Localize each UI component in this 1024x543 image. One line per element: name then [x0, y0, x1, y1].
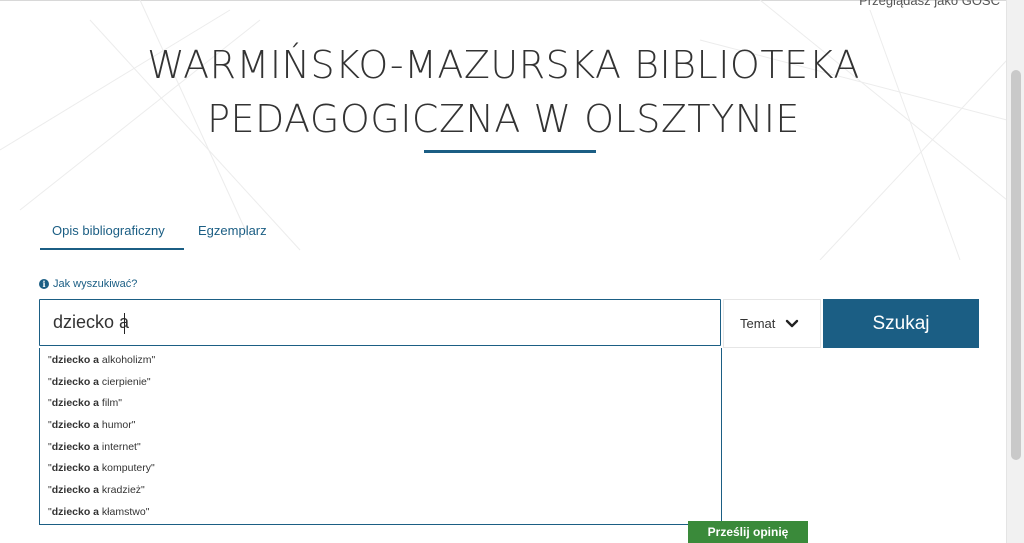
suggestion-match: dziecko a [51, 354, 100, 366]
feedback-button[interactable]: Prześlij opinię [688, 521, 808, 543]
suggestion-rest: kłamstwo [99, 505, 146, 518]
suggestion-item[interactable]: "dziecko a film" [40, 393, 721, 415]
search-help-label: Jak wyszukiwać? [53, 278, 138, 290]
suggestion-item[interactable]: "dziecko a internet" [40, 437, 721, 459]
page-scrollbar[interactable] [1006, 0, 1024, 543]
guest-status: Przeglądasz jako GOŚĆ [859, 0, 1000, 8]
search-help-link[interactable]: i Jak wyszukiwać? [39, 278, 137, 290]
text-caret [124, 313, 125, 334]
suggestion-match: dziecko a [51, 462, 100, 475]
suggestion-item[interactable]: "dziecko a kłamstwo" [40, 502, 721, 524]
suggestion-item[interactable]: "dziecko a cierpienie" [40, 372, 721, 394]
suggestion-match: dziecko a [51, 484, 100, 497]
suggestion-match: dziecko a [51, 375, 100, 388]
suggestion-rest: alkoholizm [99, 354, 152, 366]
suggestion-match: dziecko a [51, 397, 100, 410]
suggestion-item[interactable]: "dziecko a kradzież" [40, 480, 721, 502]
library-title-line-1: WARMIŃSKO-MAZURSKA BIBLIOTEKA [147, 43, 860, 87]
search-input[interactable] [39, 299, 721, 346]
suggestion-rest: film [99, 397, 119, 410]
tab-opis-bibliograficzny[interactable]: Opis bibliograficzny [52, 223, 165, 238]
scrollbar-thumb[interactable] [1011, 70, 1021, 460]
suggestion-match: dziecko a [51, 419, 100, 432]
suggestion-rest: cierpienie [99, 375, 147, 388]
suggestion-rest: internet [99, 440, 137, 453]
autocomplete-dropdown: "dziecko a alkoholizm" "dziecko a cierpi… [39, 348, 722, 525]
suggestion-rest: kradzież [99, 484, 142, 497]
suggestion-item[interactable]: "dziecko a alkoholizm" [40, 350, 721, 372]
info-icon: i [39, 279, 49, 289]
suggestion-match: dziecko a [51, 440, 100, 453]
title-underline [424, 150, 596, 153]
chevron-down-icon [786, 319, 799, 327]
search-scope-value: Temat [740, 316, 776, 331]
library-title-line-2: PEDAGOGICZNA W OLSZTYNIE [207, 97, 800, 141]
suggestion-rest: komputery [99, 462, 151, 475]
active-tab-indicator [40, 248, 184, 250]
tab-egzemplarz[interactable]: Egzemplarz [198, 223, 267, 238]
suggestion-item[interactable]: "dziecko a komputery" [40, 458, 721, 480]
suggestion-item[interactable]: "dziecko a humor" [40, 415, 721, 437]
search-scope-select[interactable]: Temat [723, 299, 821, 348]
search-button[interactable]: Szukaj [823, 299, 979, 348]
suggestion-rest: humor [99, 419, 132, 432]
suggestion-match: dziecko a [51, 505, 100, 518]
